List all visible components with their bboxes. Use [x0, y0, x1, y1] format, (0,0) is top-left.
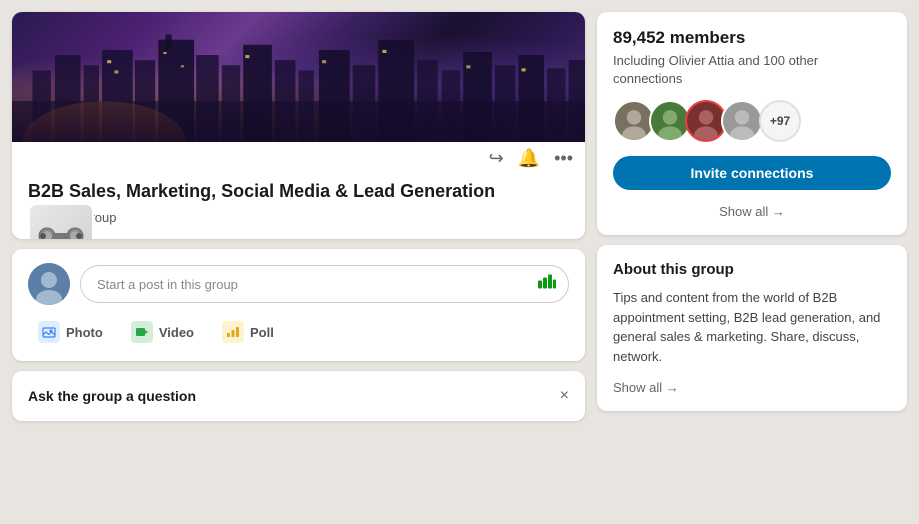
video-label: Video — [159, 325, 194, 340]
post-input-row: Start a post in this group — [28, 263, 569, 305]
show-all-members-link[interactable]: Show all → — [613, 204, 891, 219]
avatar — [28, 263, 70, 305]
members-card: 89,452 members Including Olivier Attia a… — [597, 12, 907, 235]
post-placeholder: Start a post in this group — [97, 277, 238, 292]
photo-option[interactable]: Photo — [28, 317, 113, 347]
invite-connections-button[interactable]: Invite connections — [613, 156, 891, 190]
poll-icon — [222, 321, 244, 343]
video-option[interactable]: Video — [121, 317, 204, 347]
member-avatar-4 — [721, 100, 763, 142]
poll-option[interactable]: Poll — [212, 317, 284, 347]
about-title: About this group — [613, 261, 891, 278]
show-all-about-link[interactable]: Show all → — [613, 380, 891, 395]
ask-card: Ask the group a question × — [12, 371, 585, 421]
group-meta: ⊞ Listed group — [28, 209, 569, 225]
post-card: Start a post in this group — [12, 249, 585, 361]
about-text: Tips and content from the world of B2B a… — [613, 288, 891, 366]
members-count: 89,452 members — [613, 28, 891, 48]
share-icon[interactable]: ↪ — [489, 148, 504, 169]
photo-label: Photo — [66, 325, 103, 340]
post-input[interactable]: Start a post in this group — [80, 265, 569, 303]
about-card: About this group Tips and content from t… — [597, 245, 907, 411]
video-icon — [131, 321, 153, 343]
avatars-row: +97 — [613, 100, 891, 142]
more-options-icon[interactable]: ••• — [554, 148, 573, 169]
group-title: B2B Sales, Marketing, Social Media & Lea… — [28, 180, 569, 203]
ask-title: Ask the group a question — [28, 388, 196, 404]
group-banner — [12, 12, 585, 142]
show-all-about-text: Show all → — [613, 380, 679, 395]
show-all-members-text: Show all → — [719, 204, 785, 219]
notification-icon[interactable]: 🔔 — [518, 148, 540, 169]
avatar-plus: +97 — [759, 100, 801, 142]
poll-label: Poll — [250, 325, 274, 340]
post-options: Photo Video — [28, 317, 569, 347]
group-actions: ↪ 🔔 ••• — [489, 148, 573, 169]
close-ask-button[interactable]: × — [560, 387, 569, 405]
members-sub: Including Olivier Attia and 100 other co… — [613, 52, 891, 88]
photo-icon — [38, 321, 60, 343]
group-header-card: ↪ 🔔 ••• B2B Sales, Marketing, Social Med… — [12, 12, 585, 239]
up-icon — [537, 273, 557, 296]
group-logo — [28, 203, 94, 239]
post-input-container[interactable]: Start a post in this group — [80, 265, 569, 303]
